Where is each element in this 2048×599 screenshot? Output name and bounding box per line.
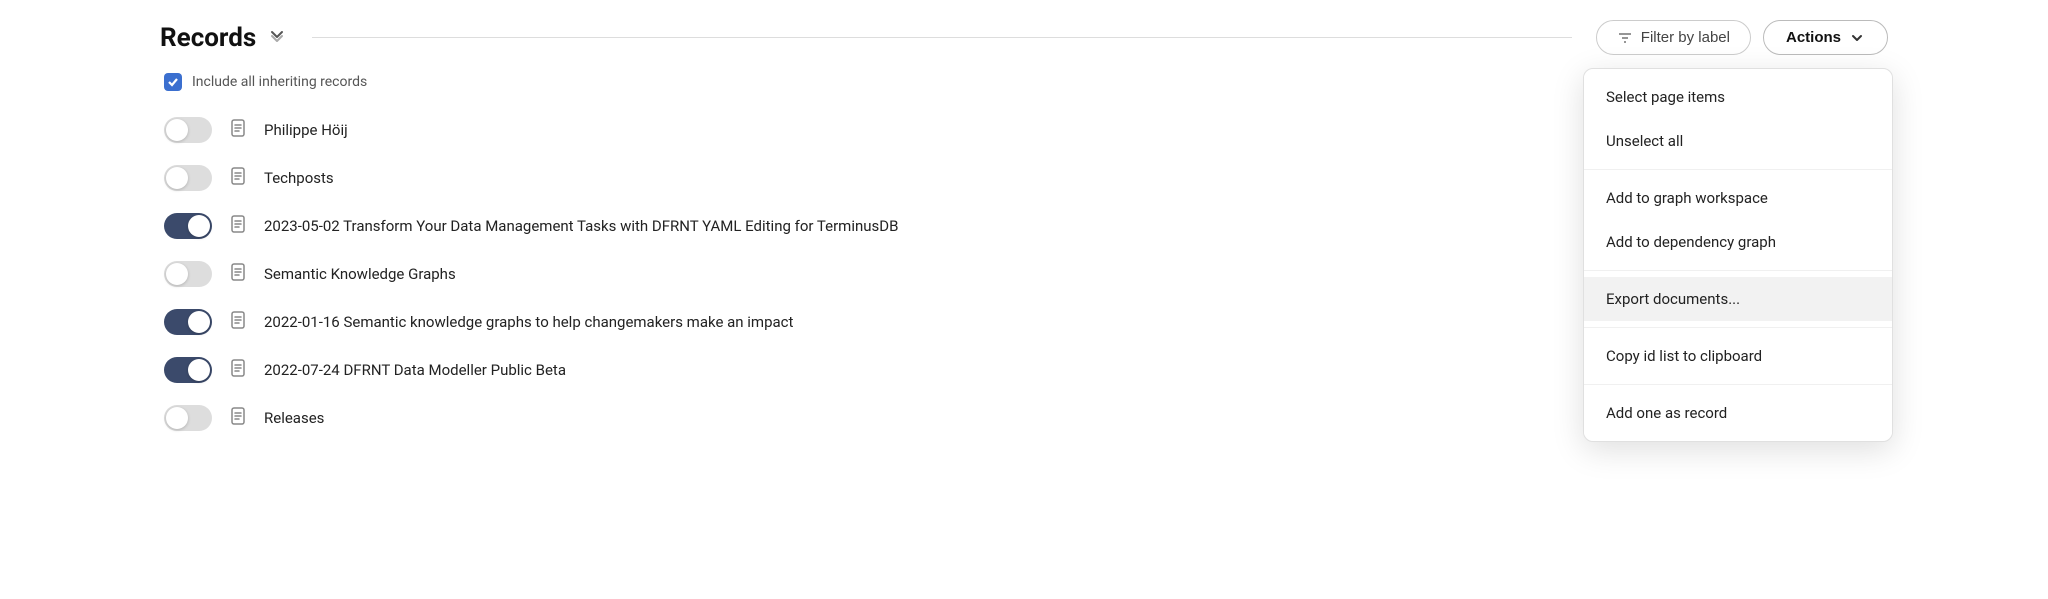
record-name: 2022-07-24 DFRNT Data Modeller Public Be… xyxy=(264,361,566,379)
page-container: Records Filter by label Actions xyxy=(0,0,2048,599)
dropdown-item-copy-id-list[interactable]: Copy id list to clipboard xyxy=(1584,334,1892,378)
toggle-switch[interactable] xyxy=(164,213,212,239)
dropdown-item-export-docs[interactable]: Export documents... xyxy=(1584,277,1892,321)
filter-button[interactable]: Filter by label xyxy=(1596,20,1751,55)
include-inheriting-checkbox[interactable] xyxy=(164,73,182,91)
actions-label: Actions xyxy=(1786,29,1841,46)
toggle-switch[interactable] xyxy=(164,309,212,335)
record-name: Philippe Höij xyxy=(264,121,348,139)
record-icon xyxy=(228,166,248,190)
header-right: Filter by label Actions xyxy=(1596,20,1888,55)
record-name: 2022-01-16 Semantic knowledge graphs to … xyxy=(264,313,793,331)
record-icon xyxy=(228,214,248,238)
toggle-switch[interactable] xyxy=(164,117,212,143)
record-icon xyxy=(228,358,248,382)
record-icon xyxy=(228,310,248,334)
filter-icon xyxy=(1617,30,1633,46)
record-name: Semantic Knowledge Graphs xyxy=(264,265,456,283)
filter-label: Filter by label xyxy=(1641,29,1730,46)
record-name: 2023-05-02 Transform Your Data Managemen… xyxy=(264,217,898,235)
dropdown-item-add-to-graph[interactable]: Add to graph workspace xyxy=(1584,176,1892,220)
record-icon xyxy=(228,406,248,430)
page-title: Records xyxy=(160,23,256,53)
dropdown-item-add-to-dependency[interactable]: Add to dependency graph xyxy=(1584,220,1892,264)
header-left: Records xyxy=(160,23,288,53)
record-name: Techposts xyxy=(264,169,334,187)
actions-button[interactable]: Actions xyxy=(1763,20,1888,55)
dropdown-section: Export documents... xyxy=(1584,270,1892,327)
record-icon xyxy=(228,118,248,142)
toggle-switch[interactable] xyxy=(164,357,212,383)
record-icon xyxy=(228,262,248,286)
toggle-switch[interactable] xyxy=(164,165,212,191)
header-row: Records Filter by label Actions xyxy=(160,20,1888,55)
include-inheriting-label: Include all inheriting records xyxy=(192,74,367,90)
sort-icon[interactable] xyxy=(266,24,288,51)
dropdown-item-add-one-record[interactable]: Add one as record xyxy=(1584,391,1892,435)
chevron-down-icon xyxy=(1849,30,1865,46)
dropdown-section: Select page itemsUnselect all xyxy=(1584,69,1892,169)
record-name: Releases xyxy=(264,409,324,427)
actions-dropdown: Select page itemsUnselect allAdd to grap… xyxy=(1583,68,1893,442)
header-divider xyxy=(312,37,1572,38)
dropdown-section: Copy id list to clipboard xyxy=(1584,327,1892,384)
dropdown-section: Add to graph workspaceAdd to dependency … xyxy=(1584,169,1892,270)
dropdown-item-unselect-all[interactable]: Unselect all xyxy=(1584,119,1892,163)
dropdown-item-select-page[interactable]: Select page items xyxy=(1584,75,1892,119)
toggle-switch[interactable] xyxy=(164,261,212,287)
toggle-switch[interactable] xyxy=(164,405,212,431)
dropdown-section: Add one as record xyxy=(1584,384,1892,441)
